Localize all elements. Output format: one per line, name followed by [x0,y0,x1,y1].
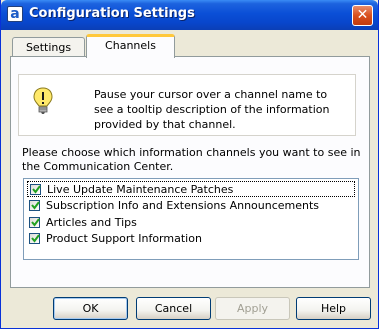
channel-prompt: Please choose which information channels… [22,146,361,173]
apply-button[interactable]: Apply [215,297,290,320]
title-bar[interactable]: a Configuration Settings ✕ [1,0,378,30]
channel-label: Live Update Maintenance Patches [47,183,234,196]
tab-channels[interactable]: Channels [86,34,175,58]
app-icon: a [7,6,23,22]
list-item[interactable]: Live Update Maintenance Patches [27,181,355,197]
tab-settings[interactable]: Settings [12,37,85,57]
list-item[interactable]: Product Support Information [27,231,355,247]
list-item[interactable]: Subscription Info and Extensions Announc… [27,198,355,214]
check-icon [31,218,40,227]
channel-checkbox[interactable] [30,184,41,195]
close-button[interactable]: ✕ [352,5,373,26]
channel-list[interactable]: Live Update Maintenance Patches Subscrip… [23,178,359,260]
ok-button[interactable]: OK [53,297,128,320]
channel-label: Articles and Tips [46,216,137,229]
check-icon [31,234,40,243]
channel-label: Product Support Information [46,232,202,245]
configuration-dialog: a Configuration Settings ✕ Settings Chan… [0,0,379,329]
lightbulb-icon [33,87,53,114]
channel-checkbox[interactable] [29,200,40,211]
channel-label: Subscription Info and Extensions Announc… [46,199,320,212]
help-button[interactable]: Help [296,297,371,320]
close-icon: ✕ [356,7,369,23]
info-tooltip-text: Pause your cursor over a channel name to… [94,88,330,131]
channel-checkbox[interactable] [29,217,40,228]
channel-checkbox[interactable] [29,233,40,244]
cancel-button[interactable]: Cancel [136,297,211,320]
check-icon [31,201,40,210]
window-title: Configuration Settings [29,6,195,21]
check-icon [32,185,41,194]
list-item[interactable]: Articles and Tips [27,215,355,231]
